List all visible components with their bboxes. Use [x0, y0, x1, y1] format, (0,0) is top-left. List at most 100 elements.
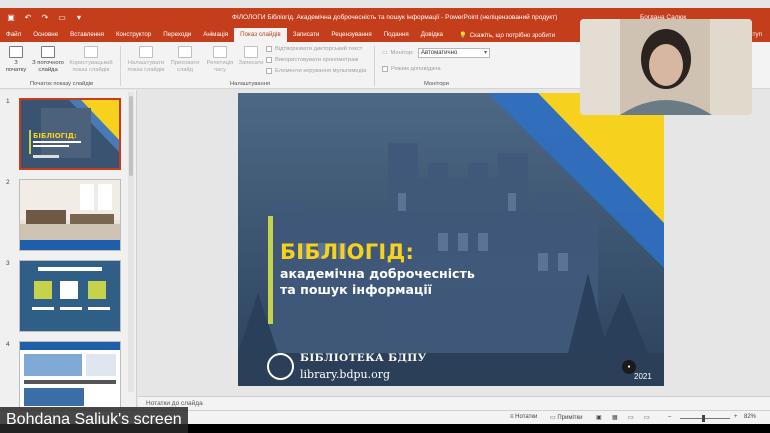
- ribbon-separator: [120, 46, 121, 86]
- slideshow-view-icon[interactable]: ▭: [644, 414, 650, 421]
- zoom-slider[interactable]: [680, 418, 730, 419]
- presenter-video-graphic: [580, 19, 752, 115]
- tab-record[interactable]: Записати: [287, 28, 326, 42]
- thumbnail-slide-3[interactable]: 3: [0, 260, 136, 338]
- from-beginning-label: З початку: [5, 60, 27, 73]
- zoom-slider-handle[interactable]: [702, 415, 705, 422]
- reading-view-icon[interactable]: ▭: [628, 414, 634, 421]
- group-label-setup: Налаштування: [230, 81, 271, 87]
- thumbnail-number: 4: [6, 341, 10, 348]
- thumbnail-image[interactable]: [19, 179, 121, 251]
- zoom-out-icon[interactable]: –: [668, 414, 671, 420]
- slide-thumbnails-panel: 1 БІБЛІОГІД: 2 3 4: [0, 90, 137, 408]
- monitor-icon: ▭: [382, 50, 388, 56]
- library-name[interactable]: БІБЛІОТЕКА БДПУ: [300, 352, 427, 364]
- thumbnail-4-graphic: [20, 342, 120, 406]
- use-timings-checkbox[interactable]: Використовувати хронометраж: [266, 57, 358, 63]
- thumbnail-2-graphic: [20, 180, 120, 250]
- ribbon-separator: [374, 46, 375, 86]
- tab-transitions[interactable]: Переходи: [157, 28, 197, 42]
- svg-text:БІБЛІОГІД:: БІБЛІОГІД:: [33, 132, 77, 140]
- scrollbar-thumb[interactable]: [129, 96, 133, 176]
- presenter-webcam: [580, 19, 752, 115]
- slide-subtitle-line-1: академічна доброчесність: [280, 266, 475, 281]
- normal-view-icon[interactable]: ▣: [596, 414, 602, 421]
- customize-qat-icon[interactable]: ▾: [74, 13, 84, 23]
- slide-year[interactable]: 2021: [634, 372, 652, 381]
- save-icon[interactable]: ▣: [6, 13, 16, 23]
- slide-accent-bar: [268, 216, 273, 324]
- powerpoint-window: ▣ ↶ ↷ ▭ ▾ ФІЛОЛОГИ Бібліогід. Академічна…: [0, 0, 770, 433]
- thumbnail-3-graphic: [32, 267, 110, 310]
- thumbnail-number: 3: [6, 260, 10, 267]
- slide-subtitle-line-2: та пошук інформації: [280, 282, 432, 297]
- custom-show-icon: [84, 46, 98, 58]
- play-narrations-checkbox[interactable]: Відтворювати дикторський текст: [266, 46, 362, 52]
- monitor-select[interactable]: Автоматично: [418, 48, 490, 58]
- from-beginning-button[interactable]: З початку: [4, 46, 28, 74]
- checkbox-box: [382, 66, 388, 72]
- tab-animations[interactable]: Анімація: [197, 28, 234, 42]
- record-button[interactable]: Записати: [238, 46, 264, 67]
- slide-subtitle[interactable]: академічна доброчесність та пошук інформ…: [280, 266, 475, 298]
- custom-show-button[interactable]: Користувацький показ слайдів: [68, 46, 114, 74]
- thumbnail-slide-1[interactable]: 1 БІБЛІОГІД:: [0, 98, 136, 176]
- tab-slideshow[interactable]: Показ слайдів: [234, 28, 287, 42]
- tab-home[interactable]: Основне: [27, 28, 64, 42]
- hide-slide-icon: [178, 46, 192, 58]
- use-timings-label: Використовувати хронометраж: [275, 57, 359, 63]
- redo-icon[interactable]: ↷: [40, 13, 50, 23]
- thumbnail-image[interactable]: БІБЛІОГІД:: [19, 98, 121, 170]
- thumbnail-image[interactable]: [19, 260, 121, 332]
- presenter-view-checkbox[interactable]: Режим доповідача: [382, 66, 441, 72]
- notes-toggle-button[interactable]: ≡ Нотатки: [510, 414, 537, 420]
- stopwatch-icon: [213, 46, 227, 58]
- media-controls-checkbox[interactable]: Елементи керування мультимедіа: [266, 68, 366, 74]
- comments-button[interactable]: ▭ Примітки: [550, 414, 583, 421]
- tab-design[interactable]: Конструктор: [110, 28, 157, 42]
- thumbnail-slide-4[interactable]: 4: [0, 341, 136, 408]
- window-title: ФІЛОЛОГИ Бібліогід. Академічна доброчесн…: [232, 14, 558, 21]
- library-logo-icon: [267, 353, 294, 380]
- zoom-in-icon[interactable]: +: [734, 414, 738, 420]
- slide-title[interactable]: БІБЛІОГІД:: [280, 240, 414, 264]
- setup-show-icon: [139, 46, 153, 58]
- thumbnails-scrollbar[interactable]: [128, 92, 134, 392]
- thumbnail-1-graphic: БІБЛІОГІД:: [29, 100, 119, 158]
- start-slideshow-icon[interactable]: ▭: [57, 13, 67, 23]
- rehearse-label: Репетиція часу: [206, 60, 234, 73]
- tab-view[interactable]: Подання: [378, 28, 415, 42]
- tell-me-box[interactable]: 💡 Скажіть, що потрібно зробити: [449, 31, 556, 40]
- monitor-label: ▭ Монітор:: [382, 50, 414, 56]
- tell-me-text: Скажіть, що потрібно зробити: [469, 31, 556, 39]
- group-label-monitors: Монітори: [424, 81, 449, 87]
- hide-slide-label: Приховати слайд: [170, 60, 200, 73]
- play-narrations-label: Відтворювати дикторський текст: [275, 46, 363, 52]
- library-url[interactable]: library.bdpu.org: [300, 368, 390, 381]
- tab-insert[interactable]: Вставлення: [64, 28, 110, 42]
- thumbnail-slide-2[interactable]: 2: [0, 179, 136, 257]
- tab-help[interactable]: Довідка: [415, 28, 449, 42]
- rehearse-timings-button[interactable]: Репетиція часу: [204, 46, 236, 74]
- zoom-level[interactable]: 82%: [744, 414, 756, 420]
- tab-review[interactable]: Рецензування: [325, 28, 377, 42]
- hide-slide-button[interactable]: Приховати слайд: [170, 46, 200, 74]
- thumbnail-number: 1: [6, 98, 10, 105]
- from-current-button[interactable]: З поточного слайда: [32, 46, 64, 74]
- tab-file[interactable]: Файл: [0, 28, 27, 42]
- thumbnail-number: 2: [6, 179, 10, 186]
- setup-show-label: Налаштувати показ слайдів: [127, 60, 165, 73]
- checkbox-box: [266, 46, 272, 52]
- presenter-view-label: Режим доповідача: [391, 66, 441, 72]
- undo-icon[interactable]: ↶: [23, 13, 33, 23]
- slideshow-start-icon: [9, 46, 23, 58]
- notes-pane[interactable]: Нотатки до слайда: [138, 396, 770, 410]
- screen-share-label: Bohdana Saliuk's screen: [0, 407, 188, 433]
- slide-sorter-icon[interactable]: ▦: [612, 414, 618, 421]
- setup-show-button[interactable]: Налаштувати показ слайдів: [124, 46, 168, 74]
- quick-access-toolbar: ▣ ↶ ↷ ▭ ▾: [6, 13, 84, 23]
- record-label: Записати: [238, 60, 264, 66]
- thumbnail-image[interactable]: [19, 341, 121, 408]
- group-label-start: Початок показу слайдів: [30, 81, 94, 87]
- checkbox-box: [266, 57, 272, 63]
